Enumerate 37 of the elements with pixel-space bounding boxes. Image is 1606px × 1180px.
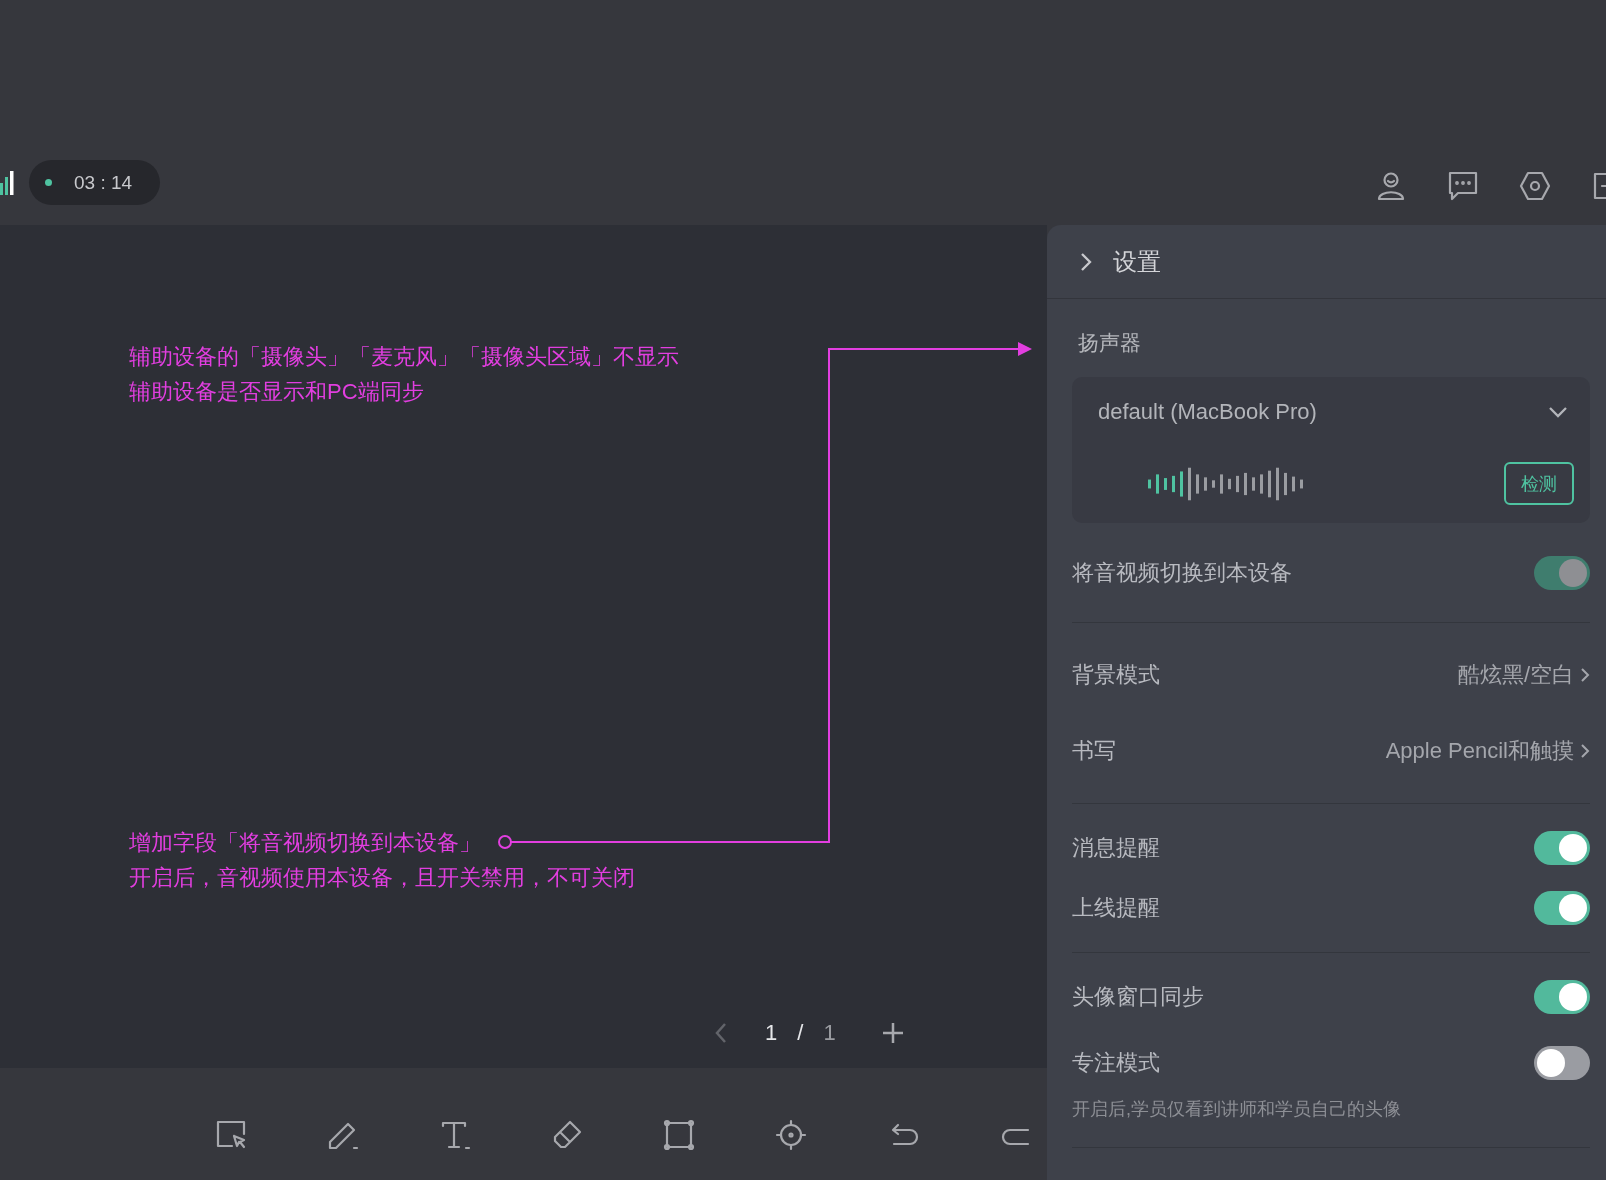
plus-icon[interactable] [881, 1022, 904, 1044]
page-total: 1 [823, 1020, 836, 1046]
setting-link[interactable]: 酷炫黑/空白 [1457, 660, 1590, 690]
setting-link[interactable]: Apple Pencil和触摸 [1385, 736, 1590, 766]
chevron-right-icon[interactable] [1079, 250, 1093, 273]
settings-icon[interactable] [1518, 169, 1552, 203]
page-separator: / [797, 1020, 804, 1046]
chevron-right-icon [1580, 743, 1590, 759]
annotation-text: 开启后，音视频使用本设备，且开关禁用，不可关闭 [129, 864, 635, 891]
toggle-switch[interactable] [1534, 980, 1590, 1014]
chat-icon[interactable] [1446, 169, 1480, 203]
setting-label: 背景模式 [1072, 661, 1160, 689]
toggle-switch[interactable] [1534, 1046, 1590, 1080]
annotation-text: 增加字段「将音视频切换到本设备」 [129, 829, 482, 856]
device-select[interactable]: default (MacBook Pro) [1098, 391, 1568, 433]
test-button[interactable]: 检测 [1504, 462, 1574, 505]
setting-label: 专注模式 [1072, 1049, 1160, 1077]
crosshair-icon[interactable] [774, 1118, 808, 1152]
section-label: 扬声器 [1077, 330, 1142, 356]
setting-label: 将音视频切换到本设备 [1072, 558, 1292, 587]
rectangle-tool-icon[interactable] [662, 1118, 696, 1152]
setting-label: 书写 [1072, 737, 1116, 765]
recording-dot [45, 179, 52, 186]
chevron-right-icon [1580, 667, 1590, 683]
setting-label: 消息提醒 [1072, 834, 1160, 862]
timer-text: 03 : 14 [74, 171, 133, 194]
toggle-switch[interactable] [1534, 831, 1590, 865]
setting-label: 头像窗口同步 [1072, 983, 1204, 1011]
page-number: 1 [765, 1020, 778, 1046]
toggle-switch[interactable] [1534, 891, 1590, 925]
annotation-text: 辅助设备是否显示和PC端同步 [129, 378, 425, 405]
setting-hint: 开启后,学员仅看到讲师和学员自己的头像 [1072, 1098, 1402, 1121]
chevron-down-icon [1548, 406, 1568, 418]
annotation-text: 辅助设备的「摄像头」「麦克风」「摄像头区域」不显示 [129, 343, 679, 370]
signal-icon [0, 170, 14, 195]
setting-label: 上线提醒 [1072, 894, 1160, 922]
panel-title: 设置 [1113, 246, 1161, 277]
